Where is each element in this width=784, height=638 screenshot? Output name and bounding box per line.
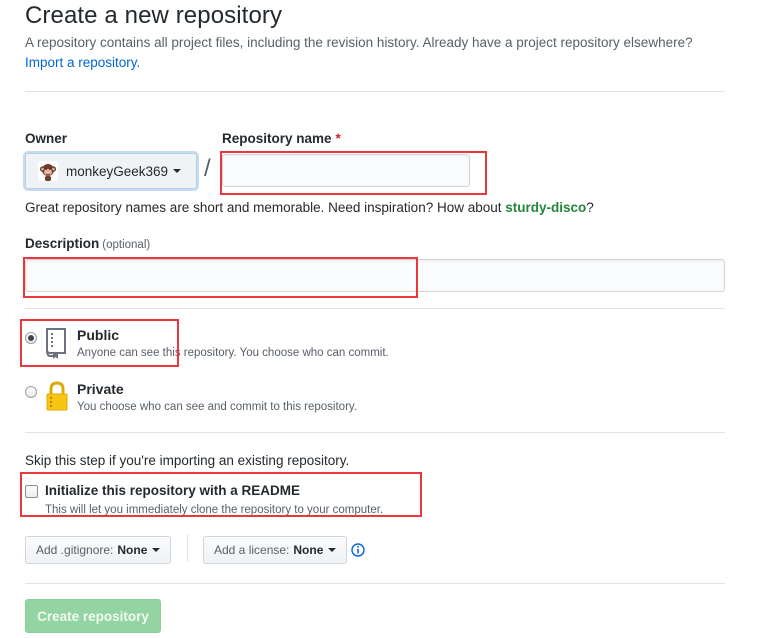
repository-name-label-text: Repository name (222, 131, 332, 146)
owner-dropdown[interactable]: monkeyGeek369 (25, 153, 197, 189)
divider (25, 91, 725, 92)
divider (25, 583, 725, 584)
owner-repo-separator: / (204, 155, 211, 182)
import-repository-link[interactable]: Import a repository. (25, 55, 140, 70)
private-note: You choose who can see and commit to thi… (77, 401, 357, 413)
chevron-down-icon (152, 548, 161, 552)
repository-name-label: Repository name * (222, 131, 341, 146)
license-label: Add a license: (214, 543, 290, 557)
info-icon[interactable] (351, 543, 365, 557)
chevron-down-icon (328, 548, 337, 552)
gitignore-label: Add .gitignore: (36, 543, 114, 557)
readme-label[interactable]: Initialize this repository with a README (45, 483, 300, 498)
optional-note: (optional) (102, 239, 151, 251)
vertical-divider (187, 534, 188, 562)
owner-label: Owner (25, 131, 68, 146)
monkey-avatar-icon (38, 161, 58, 181)
hint-text: Great repository names are short and mem… (25, 200, 506, 215)
license-dropdown[interactable]: Add a license: None (203, 536, 348, 564)
private-radio[interactable] (25, 386, 37, 398)
public-radio[interactable] (25, 332, 37, 344)
owner-name: monkeyGeek369 (66, 163, 169, 179)
description-label: Description (optional) (25, 236, 150, 251)
gitignore-dropdown[interactable]: Add .gitignore: None (25, 536, 172, 564)
chevron-down-icon (173, 169, 182, 173)
repository-name-input[interactable] (222, 154, 470, 187)
divider (25, 432, 725, 433)
page-subtitle: A repository contains all project files,… (25, 35, 693, 50)
repo-book-icon (46, 328, 66, 359)
description-input[interactable] (25, 259, 725, 292)
name-suggestion-link[interactable]: sturdy-disco (505, 200, 586, 215)
public-note: Anyone can see this repository. You choo… (77, 347, 389, 359)
readme-checkbox[interactable] (25, 485, 38, 498)
repository-name-hint: Great repository names are short and mem… (25, 200, 594, 215)
public-label[interactable]: Public (77, 327, 119, 343)
description-label-text: Description (25, 236, 100, 251)
gitignore-value: None (117, 543, 148, 557)
required-marker: * (335, 131, 341, 146)
hint-suffix: ? (586, 200, 594, 215)
readme-note: This will let you immediately clone the … (45, 504, 384, 516)
skip-note: Skip this step if you're importing an ex… (25, 453, 350, 468)
private-label[interactable]: Private (77, 381, 124, 397)
license-value: None (293, 543, 324, 557)
create-repository-button[interactable]: Create repository (25, 599, 161, 633)
divider (25, 308, 725, 309)
lock-icon (46, 381, 68, 411)
page-title: Create a new repository (25, 2, 283, 29)
